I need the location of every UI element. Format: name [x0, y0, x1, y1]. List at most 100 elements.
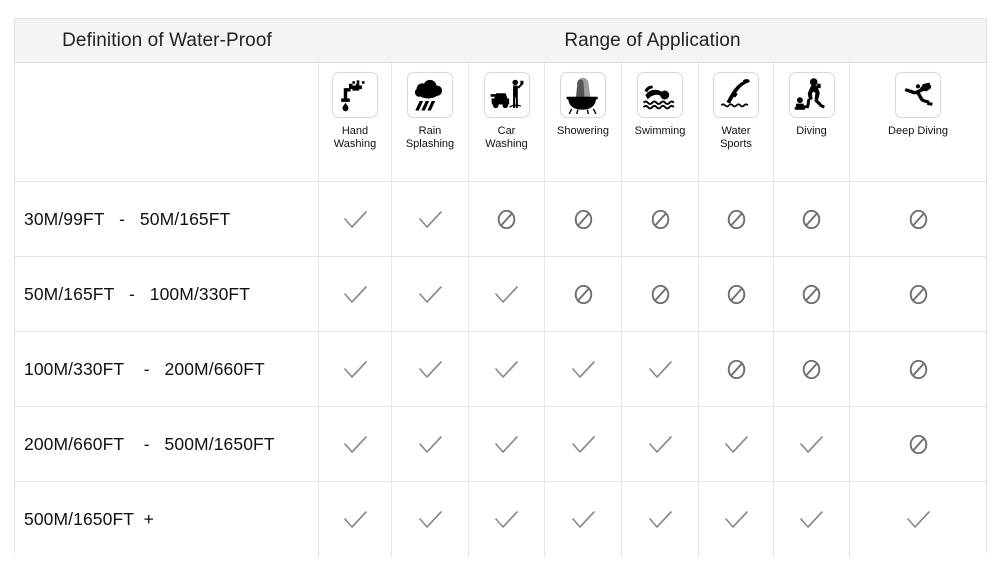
banner-definition-title: Definition of Water-Proof	[62, 29, 272, 51]
cell-swimming-row-2	[622, 257, 699, 332]
cell-diving-row-3	[774, 332, 850, 407]
diving-board-icon	[713, 72, 759, 118]
column-header-swimming: Swimming	[622, 63, 699, 182]
cell-water-sports-row-4	[699, 407, 774, 482]
cell-showering-row-1	[545, 182, 622, 257]
cell-showering-row-2	[545, 257, 622, 332]
cell-deep-diving-row-4	[850, 407, 986, 482]
column-header-label-water-sports: Water Sports	[720, 125, 752, 150]
prohibited-icon	[574, 209, 593, 229]
range-label-cell: 30M/99FT - 50M/165FT	[15, 182, 319, 257]
prohibited-icon	[909, 209, 928, 229]
cell-rain-splashing-row-2	[392, 257, 469, 332]
column-header-hand-washing: Hand Washing	[319, 63, 392, 182]
column-header-label-hand-washing: Hand Washing	[333, 125, 377, 150]
check-mark-icon	[799, 510, 824, 529]
cell-hand-washing-row-5	[319, 482, 392, 557]
column-header-label-rain-splashing: Rain Splashing	[405, 125, 455, 150]
column-header-diving: Diving	[774, 63, 850, 182]
prohibited-icon	[802, 359, 821, 379]
check-mark-icon	[571, 360, 596, 379]
cell-rain-splashing-row-1	[392, 182, 469, 257]
cell-hand-washing-row-4	[319, 407, 392, 482]
cell-car-washing-row-5	[469, 482, 545, 557]
prohibited-icon	[497, 209, 516, 229]
cell-car-washing-row-1	[469, 182, 545, 257]
car-washing-icon	[483, 72, 530, 118]
check-mark-icon	[494, 435, 519, 454]
check-mark-icon	[906, 510, 931, 529]
cell-rain-splashing-row-5	[392, 482, 469, 557]
cell-hand-washing-row-2	[319, 257, 392, 332]
definition-header-blank-cell	[15, 63, 319, 182]
column-header-deep-diving: Deep Diving	[850, 63, 986, 182]
faucet-hand-washing-icon	[332, 72, 378, 118]
cell-water-sports-row-5	[699, 482, 774, 557]
scuba-diver-standing-icon	[788, 72, 835, 118]
check-mark-icon	[343, 435, 368, 454]
prohibited-icon	[727, 209, 746, 229]
check-mark-icon	[343, 210, 368, 229]
cell-car-washing-row-4	[469, 407, 545, 482]
check-mark-icon	[571, 435, 596, 454]
check-mark-icon	[571, 510, 596, 529]
cell-showering-row-5	[545, 482, 622, 557]
cell-car-washing-row-3	[469, 332, 545, 407]
check-mark-icon	[648, 435, 673, 454]
prohibited-icon	[802, 209, 821, 229]
check-mark-icon	[343, 360, 368, 379]
prohibited-icon	[909, 284, 928, 304]
range-label-cell: 100M/330FT - 200M/660FT	[15, 332, 319, 407]
column-header-showering: Showering	[545, 63, 622, 182]
range-label-cell: 200M/660FT - 500M/1650FT	[15, 407, 319, 482]
prohibited-icon	[909, 434, 928, 454]
check-mark-icon	[648, 510, 673, 529]
check-mark-icon	[799, 435, 824, 454]
check-mark-icon	[648, 360, 673, 379]
cell-car-washing-row-2	[469, 257, 545, 332]
table-banner-row: Definition of Water-Proof Range of Appli…	[15, 19, 986, 63]
cell-deep-diving-row-2	[850, 257, 986, 332]
cell-diving-row-2	[774, 257, 850, 332]
range-label-cell: 500M/1650FT +	[15, 482, 319, 557]
column-header-rain-splashing: Rain Splashing	[392, 63, 469, 182]
check-mark-icon	[418, 510, 443, 529]
cell-rain-splashing-row-3	[392, 332, 469, 407]
check-mark-icon	[724, 435, 749, 454]
column-header-label-deep-diving: Deep Diving	[888, 125, 948, 137]
cell-deep-diving-row-1	[850, 182, 986, 257]
cell-swimming-row-4	[622, 407, 699, 482]
column-header-water-sports: Water Sports	[699, 63, 774, 182]
prohibited-icon	[651, 209, 670, 229]
column-header-label-swimming: Swimming	[634, 125, 686, 137]
cell-diving-row-1	[774, 182, 850, 257]
cell-swimming-row-3	[622, 332, 699, 407]
column-header-car-washing: Car Washing	[469, 63, 545, 182]
prohibited-icon	[727, 284, 746, 304]
column-header-label-showering: Showering	[557, 125, 609, 137]
rain-cloud-icon	[407, 72, 453, 118]
cell-rain-splashing-row-4	[392, 407, 469, 482]
cell-hand-washing-row-3	[319, 332, 392, 407]
table-grid: Hand Washing Rain Splashing Car Washing Sho…	[15, 63, 986, 557]
cell-water-sports-row-2	[699, 257, 774, 332]
check-mark-icon	[418, 210, 443, 229]
check-mark-icon	[343, 510, 368, 529]
cell-diving-row-5	[774, 482, 850, 557]
deep-scuba-diver-icon	[895, 72, 941, 118]
cell-water-sports-row-1	[699, 182, 774, 257]
column-header-label-diving: Diving	[796, 125, 827, 137]
check-mark-icon	[494, 285, 519, 304]
prohibited-icon	[802, 284, 821, 304]
cell-swimming-row-5	[622, 482, 699, 557]
cell-showering-row-3	[545, 332, 622, 407]
shower-bath-icon	[560, 72, 606, 118]
check-mark-icon	[418, 435, 443, 454]
swimmer-icon	[637, 72, 683, 118]
cell-swimming-row-1	[622, 182, 699, 257]
check-mark-icon	[418, 360, 443, 379]
cell-diving-row-4	[774, 407, 850, 482]
cell-hand-washing-row-1	[319, 182, 392, 257]
check-mark-icon	[418, 285, 443, 304]
banner-range-title: Range of Application	[564, 29, 741, 51]
